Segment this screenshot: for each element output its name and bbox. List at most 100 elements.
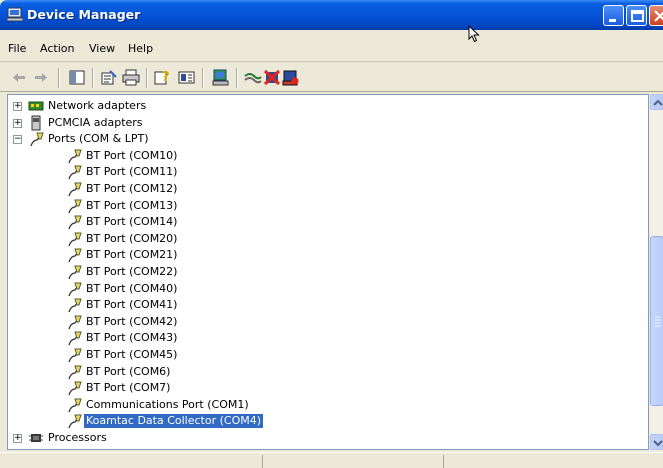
update-driver-icon[interactable] <box>244 69 262 86</box>
tree-item-port[interactable]: BT Port (COM45) <box>8 347 648 363</box>
tree-item-label: BT Port (COM14) <box>86 215 178 229</box>
disable-device-icon[interactable] <box>282 69 300 86</box>
tree-item-label: BT Port (COM41) <box>86 298 178 312</box>
close-icon <box>654 10 663 22</box>
tree-item-port[interactable]: BT Port (COM40) <box>8 281 648 297</box>
tree-item-port[interactable]: BT Port (COM21) <box>8 247 648 263</box>
device-tree[interactable]: + Network adapters + PCMCIA adapters − Ports … <box>7 94 649 450</box>
port-icon <box>68 365 82 379</box>
expand-toggle[interactable]: + <box>13 118 22 128</box>
port-icon <box>68 265 82 280</box>
back-arrow-icon[interactable] <box>10 69 28 86</box>
scan-hardware-icon[interactable] <box>212 69 230 86</box>
toolbar-separator <box>58 68 60 88</box>
port-icon <box>68 182 82 197</box>
vertical-scrollbar[interactable] <box>649 94 663 450</box>
scroll-up-button[interactable] <box>650 94 663 110</box>
port-icon <box>68 248 82 263</box>
tree-item-label: Network adapters <box>48 99 147 112</box>
processor-icon <box>29 434 43 442</box>
tree-item-port[interactable]: BT Port (COM7) <box>8 380 648 396</box>
port-icon <box>68 414 82 429</box>
tree-item-label: BT Port (COM10) <box>86 148 178 162</box>
tree-item-label: Ports (COM & LPT) <box>48 132 149 146</box>
collapse-toggle[interactable]: − <box>13 135 22 145</box>
tree-item-label: Processors <box>48 431 107 444</box>
tree-category[interactable]: + Network adapters <box>8 98 648 114</box>
menu-help[interactable]: Help <box>128 42 153 55</box>
tree-item-port[interactable]: BT Port (COM41) <box>8 297 648 313</box>
status-bar <box>0 452 663 468</box>
minimize-button[interactable] <box>603 5 624 26</box>
port-icon <box>68 165 82 180</box>
menu-bar: File Action View Help <box>0 30 663 62</box>
port-icon <box>68 215 82 230</box>
scroll-thumb[interactable] <box>650 236 663 406</box>
help-icon[interactable]: ? <box>154 69 172 86</box>
tree-item-port[interactable]: Koamtac Data Collector (COM4) <box>8 413 648 429</box>
tree-item-port[interactable]: BT Port (COM11) <box>8 164 648 180</box>
port-icon <box>68 298 82 313</box>
tree-category[interactable]: − Ports (COM & LPT) <box>8 131 648 147</box>
tree-category[interactable]: + Processors <box>8 430 648 446</box>
maximize-button[interactable] <box>626 5 647 26</box>
tree-item-label: BT Port (COM21) <box>86 248 178 262</box>
properties-icon[interactable] <box>100 69 118 86</box>
uninstall-icon[interactable] <box>263 69 281 86</box>
svg-text:?: ? <box>162 70 170 85</box>
minimize-icon <box>609 19 616 22</box>
tree-item-port[interactable]: BT Port (COM22) <box>8 264 648 280</box>
tree-item-label: BT Port (COM43) <box>86 331 178 345</box>
close-button[interactable] <box>649 5 663 26</box>
tree-item-port[interactable]: BT Port (COM42) <box>8 314 648 330</box>
window-title: Device Manager <box>27 7 141 22</box>
title-bar[interactable]: Device Manager <box>0 0 663 30</box>
forward-arrow-icon[interactable] <box>32 69 50 86</box>
toolbar-separator <box>146 68 148 88</box>
port-icon <box>68 331 82 346</box>
tree-item-label: BT Port (COM12) <box>86 182 178 195</box>
tree-item-port[interactable]: BT Port (COM20) <box>8 231 648 247</box>
port-icon <box>68 398 82 413</box>
toolbar-separator <box>202 68 204 88</box>
tree-item-label: Communications Port (COM1) <box>86 397 249 411</box>
tree-item-port[interactable]: BT Port (COM10) <box>8 148 648 164</box>
chevron-up-icon <box>653 99 663 106</box>
tree-item-port[interactable]: Communications Port (COM1) <box>8 397 648 413</box>
toolbar-separator <box>236 68 238 88</box>
chevron-down-icon <box>653 440 663 447</box>
maximize-icon <box>631 10 644 22</box>
port-icon <box>68 232 82 247</box>
print-icon[interactable] <box>122 69 140 86</box>
details-view-icon[interactable] <box>178 69 196 86</box>
tree-item-label: BT Port (COM13) <box>86 198 178 212</box>
console-tree-icon[interactable] <box>68 69 86 86</box>
tree-item-port[interactable]: BT Port (COM43) <box>8 330 648 346</box>
menu-file[interactable]: File <box>8 42 26 55</box>
tree-item-port[interactable]: BT Port (COM13) <box>8 198 648 214</box>
toolbar: ? <box>0 63 663 92</box>
tree-item-label: BT Port (COM42) <box>86 314 178 328</box>
tree-item-port[interactable]: BT Port (COM12) <box>8 181 648 197</box>
tree-item-label: BT Port (COM7) <box>86 381 171 395</box>
tree-item-port[interactable]: BT Port (COM6) <box>8 364 648 380</box>
tree-item-port[interactable]: BT Port (COM14) <box>8 214 648 230</box>
toolbar-separator <box>92 68 94 88</box>
tree-item-label: PCMCIA adapters <box>48 115 143 129</box>
tree-item-label: BT Port (COM22) <box>86 265 178 278</box>
scroll-down-button[interactable] <box>650 434 663 450</box>
tree-item-label: BT Port (COM40) <box>86 281 178 295</box>
status-divider <box>262 455 263 468</box>
expand-toggle[interactable]: + <box>13 102 22 111</box>
port-icon <box>68 199 82 213</box>
computer-icon <box>7 7 23 22</box>
port-icon <box>68 282 82 296</box>
menu-action[interactable]: Action <box>40 42 74 55</box>
tree-item-label: BT Port (COM45) <box>86 348 178 361</box>
expand-toggle[interactable]: + <box>13 434 22 443</box>
port-icon <box>68 149 82 164</box>
grip-icon <box>655 316 661 327</box>
status-divider <box>443 455 444 468</box>
tree-category[interactable]: + PCMCIA adapters <box>8 115 648 131</box>
menu-view[interactable]: View <box>89 42 115 55</box>
